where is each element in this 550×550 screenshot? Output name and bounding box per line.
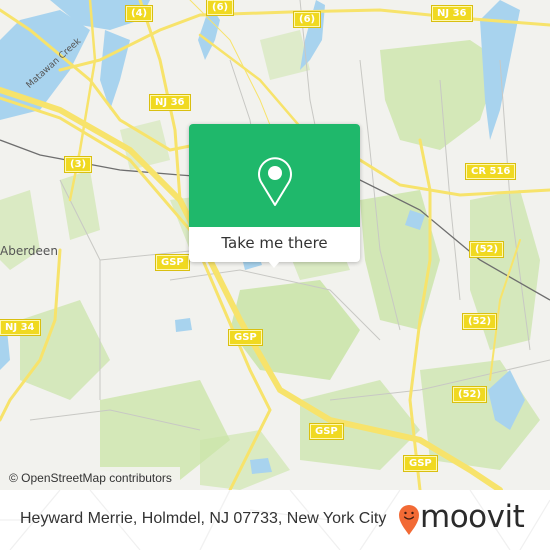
route-shield: NJ 34 — [0, 319, 41, 336]
place-label-aberdeen: Aberdeen — [0, 244, 58, 258]
popup-header — [189, 124, 360, 227]
route-shield: (52) — [451, 386, 488, 403]
route-shield: GSP — [155, 254, 190, 271]
map-attribution[interactable]: © OpenStreetMap contributors — [0, 467, 180, 490]
route-shield: (6) — [292, 11, 322, 28]
map-pin-icon — [258, 157, 292, 206]
moovit-wordmark: moovit — [420, 499, 525, 535]
route-shield: (4) — [124, 5, 154, 22]
route-shield: GSP — [403, 455, 438, 472]
location-popup: Take me there — [189, 124, 360, 268]
location-title: Heyward Merrie, Holmdel, NJ 07733, New Y… — [20, 510, 387, 527]
map-view[interactable]: Matawan Creek Aberdeen (4) (6) (6) NJ 36… — [0, 0, 550, 490]
route-shield: GSP — [228, 329, 263, 346]
route-shield: GSP — [309, 423, 344, 440]
route-shield: (3) — [63, 156, 93, 173]
route-shield: NJ 36 — [431, 5, 473, 22]
route-shield: (6) — [205, 0, 235, 16]
footer-bar: Heyward Merrie, Holmdel, NJ 07733, New Y… — [0, 490, 550, 550]
popup-pointer — [268, 261, 280, 268]
moovit-smiley-pin-icon — [399, 505, 419, 535]
route-shield: CR 516 — [464, 163, 517, 180]
take-me-there-button[interactable]: Take me there — [189, 227, 360, 262]
route-shield: (52) — [461, 313, 498, 330]
route-shield: (52) — [468, 241, 505, 258]
route-shield: NJ 36 — [149, 94, 191, 111]
